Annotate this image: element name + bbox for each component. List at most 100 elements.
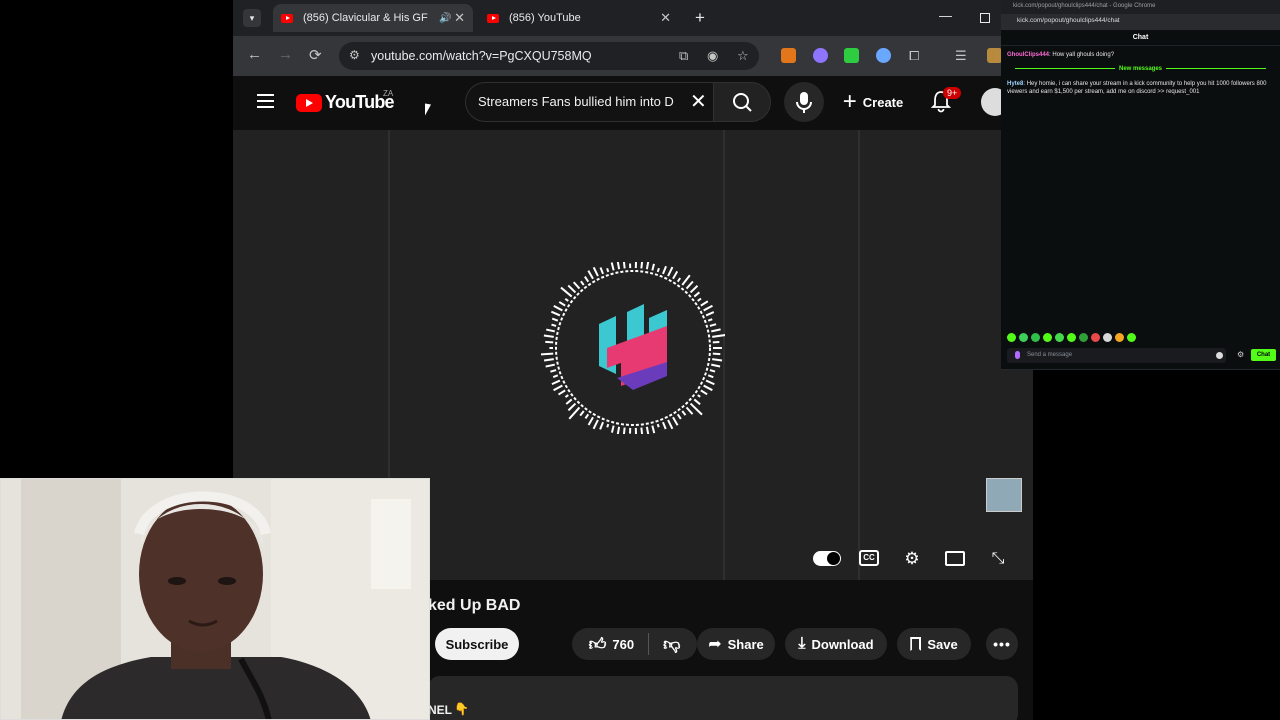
chat-send-button[interactable]: Chat	[1251, 349, 1276, 361]
reading-list-icon[interactable]: ☰	[955, 48, 967, 64]
metamask-extension-icon[interactable]	[781, 48, 796, 63]
chat-message-input[interactable]: Send a message	[1007, 348, 1226, 363]
diamond-extension-icon[interactable]	[876, 48, 891, 63]
emote-icon[interactable]	[1007, 333, 1016, 342]
youtube-logo[interactable]: YouTube	[296, 92, 395, 113]
visualizer-tick	[712, 358, 723, 362]
visualizer-tick	[667, 266, 674, 277]
install-app-icon[interactable]: ⧉	[679, 48, 688, 64]
dice-extension-icon[interactable]	[844, 48, 859, 63]
emote-icon[interactable]	[1019, 333, 1028, 342]
visualizer-tick	[645, 262, 650, 270]
back-icon[interactable]: ←	[247, 46, 262, 63]
address-bar[interactable]: ⚙ youtube.com/watch?v=PgCXQU758MQ	[339, 42, 759, 70]
visualizer-tick	[709, 369, 716, 373]
emote-icon[interactable]	[1127, 333, 1136, 342]
settings-gear-icon[interactable]: ⚙	[898, 548, 926, 570]
forward-icon[interactable]: →	[278, 46, 293, 63]
description-text: NEL	[428, 703, 452, 717]
chat-username[interactable]: GhoulClips444	[1007, 52, 1049, 58]
visualizer-tick	[610, 262, 615, 271]
visualizer-tick	[543, 358, 554, 362]
visualizer-tick	[543, 334, 554, 338]
save-button[interactable]: Save	[897, 628, 971, 660]
extensions-puzzle-icon[interactable]: ⧠	[909, 48, 919, 64]
ghost-extension-icon[interactable]	[813, 48, 828, 63]
visualizer-tick	[572, 281, 581, 290]
visualizer-tick	[705, 311, 715, 317]
emote-icon[interactable]	[1115, 333, 1124, 342]
chat-mic-icon[interactable]	[1015, 351, 1020, 359]
visualizer-tick	[610, 425, 615, 433]
menu-hamburger-icon[interactable]	[257, 94, 274, 108]
visualizer-tick	[606, 267, 610, 273]
create-button[interactable]: + Create	[833, 82, 913, 122]
visualizer-tick	[584, 413, 590, 420]
visualizer-tick	[552, 374, 559, 378]
notification-count-badge: 9+	[943, 87, 962, 99]
emote-icon[interactable]	[1043, 333, 1052, 342]
chat-settings-icon[interactable]: ⚙	[1237, 350, 1244, 359]
tab-youtube-label: (856) YouTube	[509, 12, 581, 24]
thumbs-up-icon: 👍︎	[588, 634, 607, 654]
emote-icon[interactable]	[1091, 333, 1100, 342]
visualizer-tick	[697, 394, 701, 398]
subtitles-cc-icon[interactable]: CC	[859, 550, 879, 566]
fullscreen-icon[interactable]: ⤡	[984, 548, 1012, 570]
close-tab-icon[interactable]: ✕	[454, 10, 465, 26]
speaker-icon[interactable]: 🔊	[439, 13, 451, 24]
more-actions-icon[interactable]: •••	[986, 628, 1018, 660]
site-settings-icon[interactable]: ⚙	[349, 48, 360, 62]
visualizer-tick	[693, 291, 701, 298]
visualizer-tick	[656, 423, 660, 428]
tab-video-label: (856) Clavicular & His GF F	[303, 12, 431, 24]
tab-video[interactable]: (856) Clavicular & His GF F 🔊 ✕	[273, 4, 473, 32]
visualizer-tick	[599, 421, 604, 430]
chat-address-bar[interactable]: kick.com/popout/ghoulclips444/chat	[1001, 14, 1280, 30]
emote-icon[interactable]	[1055, 333, 1064, 342]
visualizer-tick	[700, 389, 708, 396]
emoji-picker-icon[interactable]	[1216, 352, 1223, 359]
close-tab-icon[interactable]: ✕	[660, 10, 671, 26]
theater-mode-icon[interactable]	[945, 551, 965, 566]
chat-username[interactable]: Hyte8	[1007, 81, 1023, 87]
bookmark-star-icon[interactable]: ☆	[737, 48, 749, 64]
maximize-icon[interactable]	[980, 13, 990, 23]
create-label: Create	[862, 94, 904, 110]
emote-icon[interactable]	[1067, 333, 1076, 342]
tracking-eye-icon[interactable]: ◉	[707, 48, 718, 64]
profile-extension-icon[interactable]	[987, 48, 1002, 63]
emote-icon[interactable]	[1031, 333, 1040, 342]
visualizer-tick	[676, 413, 682, 420]
visualizer-tick	[616, 426, 621, 434]
emote-icon[interactable]	[1079, 333, 1088, 342]
visualizer-tick	[550, 369, 557, 373]
tab-search-button[interactable]: ▾	[243, 9, 261, 27]
emote-icon[interactable]	[1103, 333, 1112, 342]
voice-search-button[interactable]	[784, 82, 824, 122]
reload-icon[interactable]: ⟳	[309, 46, 322, 64]
search-button[interactable]	[713, 82, 771, 122]
visualizer-tick	[622, 427, 626, 434]
visualizer-tick	[640, 262, 644, 269]
search-input[interactable]: Streamers Fans bullied him into D ✕	[465, 82, 713, 122]
dislike-button[interactable]: 👎︎	[663, 634, 680, 655]
description-box[interactable]: NEL 👇	[428, 676, 1018, 720]
video-texture	[858, 130, 860, 580]
subscribe-button[interactable]: Subscribe	[435, 628, 519, 660]
download-label: Download	[811, 636, 874, 652]
like-button[interactable]: 👍︎ 760	[589, 634, 634, 655]
new-tab-icon[interactable]: +	[695, 8, 705, 28]
channel-watermark[interactable]	[986, 478, 1022, 512]
minimize-icon[interactable]: —	[939, 8, 952, 23]
autoplay-toggle[interactable]	[813, 551, 841, 566]
tab-youtube-home[interactable]: (856) YouTube ✕	[479, 4, 679, 32]
share-button[interactable]: ➦ Share	[697, 628, 775, 660]
save-label: Save	[927, 636, 958, 652]
visualizer-tick	[541, 352, 554, 356]
visualizer-tick	[564, 297, 569, 302]
download-button[interactable]: ⤓ Download	[785, 628, 887, 660]
visualizer-tick	[681, 410, 687, 416]
search-query-text: Streamers Fans bullied him into D	[478, 94, 674, 109]
clear-search-icon[interactable]: ✕	[690, 89, 707, 114]
